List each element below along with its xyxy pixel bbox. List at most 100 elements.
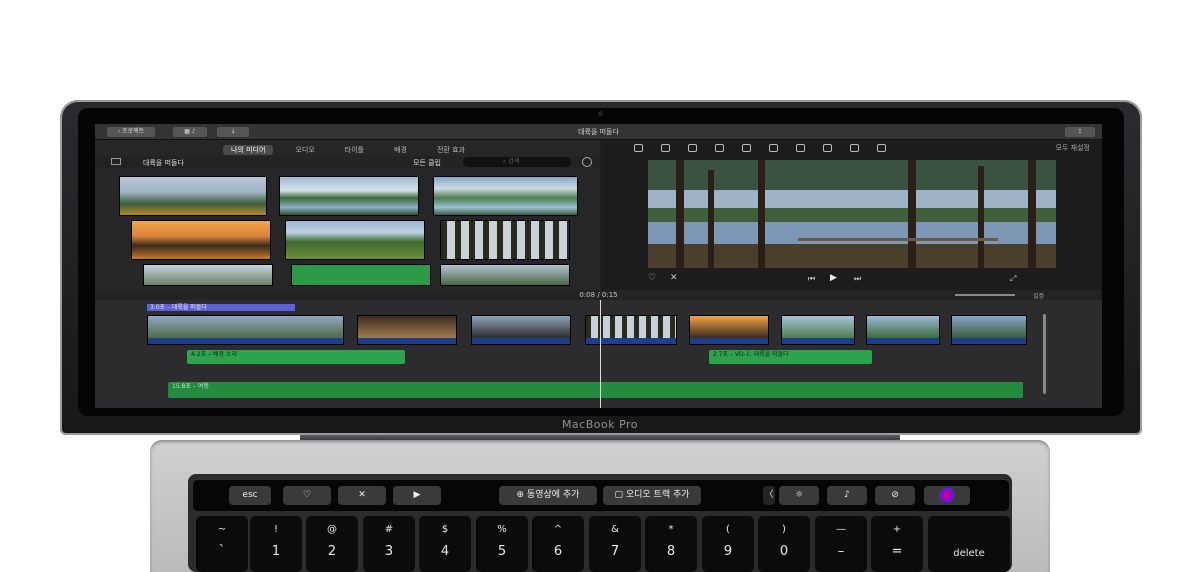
media-thumbnail[interactable] (433, 176, 578, 216)
device-brand: MacBook Pro (561, 418, 639, 431)
video-clip[interactable] (147, 315, 344, 345)
media-thumbnail[interactable] (285, 220, 425, 260)
delete-key[interactable]: delete (928, 516, 1010, 572)
reset-all-button[interactable]: 모두 재설정 (1056, 143, 1090, 153)
key-4[interactable]: $4 (419, 516, 471, 572)
video-clip[interactable] (585, 315, 677, 345)
chevron-left-icon: 〈 (764, 490, 774, 500)
key-0[interactable]: ) 0 (758, 516, 810, 572)
volume-icon[interactable] (769, 144, 778, 152)
search-input[interactable]: ⌕ 검색 (463, 157, 571, 167)
tab-transitions[interactable]: 전환 효과 (429, 145, 473, 155)
play-icon: ▶ (413, 490, 421, 500)
audio-thumbnail[interactable] (291, 264, 431, 286)
key-backtick[interactable]: ~ ` (196, 516, 248, 572)
filter-icon[interactable] (850, 144, 859, 152)
key-7[interactable]: & 7 (589, 516, 641, 572)
speed-icon[interactable] (823, 144, 832, 152)
media-thumbnail[interactable] (143, 264, 273, 286)
collapse-control-strip-button[interactable]: 〈 (763, 486, 775, 505)
video-clip[interactable] (781, 315, 855, 345)
key-equals[interactable]: + = (871, 516, 923, 572)
tab-titles[interactable]: 타이틀 (337, 145, 372, 155)
viewer-panel: 모두 재설정 ♡ ✕ ⏮ ▶ ⏭ ⤢ (602, 140, 1102, 290)
video-clip[interactable] (471, 315, 571, 345)
tab-my-media[interactable]: 나의 미디어 (223, 145, 274, 155)
add-audio-track-button[interactable]: ▢ 오디오 트랙 추가 (603, 486, 701, 505)
viewer-toolbar (634, 144, 886, 152)
media-thumbnail[interactable] (119, 176, 267, 216)
add-to-movie-button[interactable]: ⊕ 동영상에 추가 (499, 486, 597, 505)
media-browser: 나의 미디어 오디오 타이틀 배경 전환 효과 대륙을 떠돌다 모든 클립 ⌕ … (95, 140, 600, 290)
media-thumbnail[interactable] (440, 220, 570, 260)
color-correction-icon[interactable] (688, 144, 697, 152)
video-clip[interactable] (357, 315, 457, 345)
mute-button[interactable]: ⊘ (875, 486, 915, 505)
title-clip[interactable]: 3.0초 – 대륙을 떠돌다 (147, 304, 295, 311)
equalizer-icon[interactable] (796, 144, 805, 152)
browser-tabs: 나의 미디어 오디오 타이틀 배경 전환 효과 (223, 145, 473, 155)
esc-key[interactable]: esc (229, 486, 271, 505)
crop-icon[interactable] (715, 144, 724, 152)
timecode: 0:08 / 0:15 (95, 290, 1102, 300)
video-clip[interactable] (866, 315, 940, 345)
title-bar: ‹ 프로젝트 ▦ ♪ ↓ 대륙을 떠돌다 ⇪ (95, 124, 1102, 140)
color-balance-icon[interactable] (661, 144, 670, 152)
volume-button[interactable]: ♪ (827, 486, 867, 505)
play-icon[interactable]: ▶ (830, 273, 837, 283)
settings-gear-icon[interactable] (582, 157, 592, 167)
key-minus[interactable]: — – (815, 516, 867, 572)
info-icon[interactable] (877, 144, 886, 152)
window-title: 대륙을 떠돌다 (578, 128, 619, 136)
touch-bar: esc ♡ ✕ ▶ ⊕ 동영상에 추가 ▢ 오디오 트랙 추가 〈 ☼ ♪ ⊘ (193, 480, 1009, 511)
favorite-icon[interactable]: ♡ (648, 273, 656, 283)
fullscreen-icon[interactable]: ⤢ (1010, 274, 1016, 284)
sidebar-icon[interactable] (111, 158, 121, 165)
key-5[interactable]: % 5 (476, 516, 528, 572)
music-track[interactable]: 15.8초 – 여행 (168, 382, 1023, 398)
reject-touch-button[interactable]: ✕ (338, 486, 386, 505)
play-touch-button[interactable]: ▶ (393, 486, 441, 505)
audio-clip[interactable]: 4.2초 – 배경 소리 (187, 350, 405, 364)
tab-backgrounds[interactable]: 배경 (386, 145, 415, 155)
tab-audio[interactable]: 오디오 (287, 145, 322, 155)
brightness-icon: ☼ (794, 490, 804, 500)
viewer-image (648, 160, 1056, 268)
media-thumbnail[interactable] (279, 176, 419, 216)
zoom-slider[interactable] (955, 294, 1015, 296)
key-2[interactable]: @2 (306, 516, 358, 572)
heart-icon: ♡ (302, 490, 312, 500)
imovie-window: ‹ 프로젝트 ▦ ♪ ↓ 대륙을 떠돌다 ⇪ 나의 미디어 오디오 타이틀 배경… (95, 124, 1102, 408)
favorite-touch-button[interactable]: ♡ (283, 486, 331, 505)
stabilization-icon[interactable] (742, 144, 751, 152)
key-6[interactable]: ^ 6 (532, 516, 584, 572)
macbook-photo: ‹ 프로젝트 ▦ ♪ ↓ 대륙을 떠돌다 ⇪ 나의 미디어 오디오 타이틀 배경… (0, 0, 1200, 572)
key-9[interactable]: (9 (702, 516, 754, 572)
next-icon[interactable]: ⏭ (854, 274, 861, 284)
volume-icon: ♪ (844, 490, 850, 500)
reject-icon[interactable]: ✕ (670, 273, 678, 283)
all-clips-dropdown[interactable]: 모든 클립 (413, 158, 441, 168)
reject-icon: ✕ (358, 490, 366, 500)
media-thumbnail[interactable] (131, 220, 271, 260)
plus-icon: ⊕ (516, 490, 527, 500)
video-clip[interactable] (689, 315, 769, 345)
camera (598, 111, 603, 116)
library-title: 대륙을 떠돌다 (143, 159, 184, 167)
viewer-frame (648, 160, 1056, 268)
brightness-button[interactable]: ☼ (779, 486, 819, 505)
share-button[interactable]: ⇪ (1065, 127, 1095, 137)
audio-clip[interactable]: 2.7초 – VO-1: 대륙을 떠돌다 (709, 350, 872, 364)
video-clip[interactable] (951, 315, 1027, 345)
media-thumbnail[interactable] (440, 264, 570, 286)
settings-button[interactable]: 설정 (1033, 291, 1044, 300)
key-1[interactable]: ! 1 (250, 516, 302, 572)
siri-icon (940, 487, 954, 502)
timeline-scrollbar[interactable] (1043, 314, 1046, 394)
magic-wand-icon[interactable] (634, 144, 643, 152)
playhead[interactable] (600, 300, 601, 408)
key-8[interactable]: * 8 (645, 516, 697, 572)
previous-icon[interactable]: ⏮ (808, 274, 815, 284)
key-3[interactable]: #3 (363, 516, 415, 572)
siri-button[interactable] (924, 486, 970, 505)
